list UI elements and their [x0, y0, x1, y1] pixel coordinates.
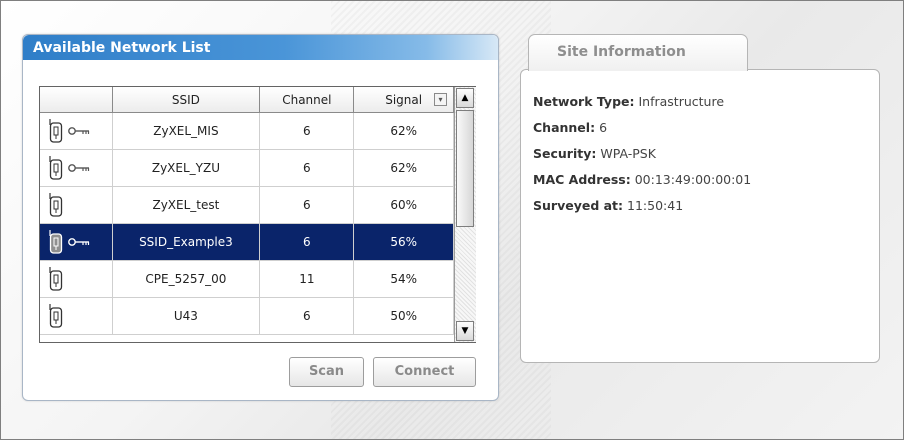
- table-row[interactable]: ZyXEL_test 6 60%: [40, 186, 454, 224]
- signal-cell: 54%: [353, 260, 454, 298]
- sort-dropdown-icon[interactable]: ▾: [434, 93, 447, 106]
- signal-cell: 56%: [353, 223, 454, 261]
- security-label: Security:: [533, 146, 597, 161]
- tab-site-information[interactable]: Site Information: [528, 34, 748, 71]
- table-row[interactable]: CPE_5257_00 11 54%: [40, 260, 454, 298]
- row-icon-cell: [40, 186, 113, 224]
- network-type-value: Infrastructure: [638, 94, 725, 109]
- access-point-icon: [47, 118, 65, 144]
- scroll-down-button[interactable]: ▼: [456, 321, 474, 341]
- row-icon-cell: [40, 149, 113, 187]
- signal-cell: 62%: [353, 149, 454, 187]
- access-point-icon: [47, 303, 65, 329]
- security-row: Security: WPA-PSK: [533, 146, 656, 161]
- channel-cell: 6: [259, 186, 355, 224]
- row-icon-cell: [40, 112, 113, 150]
- table-scrollbar[interactable]: ▲ ▼: [454, 87, 476, 342]
- security-value: WPA-PSK: [600, 146, 656, 161]
- channel-row: Channel: 6: [533, 120, 607, 135]
- row-icons: [40, 229, 112, 255]
- ssid-cell: U43: [112, 297, 261, 335]
- scan-button[interactable]: Scan: [289, 357, 364, 387]
- network-list-panel: Available Network List SSID Channel Sign…: [22, 34, 499, 401]
- row-icons: [40, 155, 112, 181]
- channel-cell: 6: [259, 112, 355, 150]
- ssid-cell: SSID_Example3: [112, 223, 261, 261]
- table-row[interactable]: SSID_Example3 6 56%: [40, 223, 454, 261]
- row-icons: [40, 266, 112, 292]
- network-list-title: Available Network List: [33, 40, 211, 56]
- column-header-channel[interactable]: Channel: [259, 87, 355, 113]
- mac-address-value: 00:13:49:00:00:01: [634, 172, 752, 187]
- surveyed-at-row: Surveyed at: 11:50:41: [533, 198, 683, 213]
- row-icon-cell: [40, 223, 113, 261]
- ssid-cell: ZyXEL_YZU: [112, 149, 261, 187]
- ssid-cell: CPE_5257_00: [112, 260, 261, 298]
- channel-cell: 6: [259, 223, 355, 261]
- column-header-icon[interactable]: [40, 87, 113, 113]
- row-icons: [40, 118, 112, 144]
- channel-cell: 11: [259, 260, 355, 298]
- connect-button[interactable]: Connect: [373, 357, 476, 387]
- scroll-up-button[interactable]: ▲: [456, 88, 474, 108]
- mac-address-row: MAC Address: 00:13:49:00:00:01: [533, 172, 751, 187]
- row-icon-cell: [40, 297, 113, 335]
- network-table-body: ZyXEL_MIS 6 62% ZyXEL_YZU 6 62% ZyXEL_test 6 60%…: [40, 112, 454, 335]
- mac-address-label: MAC Address:: [533, 172, 631, 187]
- channel-cell: 6: [259, 297, 355, 335]
- network-table-container: SSID Channel Signal ▾ ZyXEL_MIS 6 62% ZyXEL…: [39, 86, 476, 343]
- column-header-ssid[interactable]: SSID: [112, 87, 261, 113]
- ssid-cell: ZyXEL_MIS: [112, 112, 261, 150]
- channel-cell: 6: [259, 149, 355, 187]
- table-row[interactable]: ZyXEL_MIS 6 62%: [40, 112, 454, 150]
- key-icon: [68, 237, 90, 247]
- row-icons: [40, 192, 112, 218]
- network-table: SSID Channel Signal ▾ ZyXEL_MIS 6 62% ZyXEL…: [40, 87, 454, 335]
- access-point-icon: [47, 266, 65, 292]
- table-row[interactable]: ZyXEL_YZU 6 62%: [40, 149, 454, 187]
- signal-cell: 60%: [353, 186, 454, 224]
- app-window: Available Network List SSID Channel Sign…: [0, 0, 904, 440]
- surveyed-at-label: Surveyed at:: [533, 198, 624, 213]
- site-information-tab-label: Site Information: [557, 44, 686, 60]
- column-header-signal[interactable]: Signal ▾: [353, 87, 454, 113]
- network-list-header: Available Network List: [23, 35, 498, 60]
- row-icons: [40, 303, 112, 329]
- access-point-icon: [47, 155, 65, 181]
- surveyed-at-value: 11:50:41: [627, 198, 684, 213]
- site-information-panel: Network Type: Infrastructure Channel: 6 …: [520, 69, 880, 363]
- scroll-thumb[interactable]: [456, 110, 474, 227]
- signal-cell: 62%: [353, 112, 454, 150]
- access-point-icon: [47, 229, 65, 255]
- row-icon-cell: [40, 260, 113, 298]
- table-row[interactable]: U43 6 50%: [40, 297, 454, 335]
- channel-value: 6: [599, 120, 608, 135]
- access-point-icon: [47, 192, 65, 218]
- ssid-cell: ZyXEL_test: [112, 186, 261, 224]
- network-type-row: Network Type: Infrastructure: [533, 94, 724, 109]
- key-icon: [68, 163, 90, 173]
- key-icon: [68, 126, 90, 136]
- channel-label: Channel:: [533, 120, 596, 135]
- network-type-label: Network Type:: [533, 94, 635, 109]
- signal-header-label: Signal: [385, 92, 423, 107]
- table-header-row: SSID Channel Signal ▾: [40, 87, 454, 113]
- signal-cell: 50%: [353, 297, 454, 335]
